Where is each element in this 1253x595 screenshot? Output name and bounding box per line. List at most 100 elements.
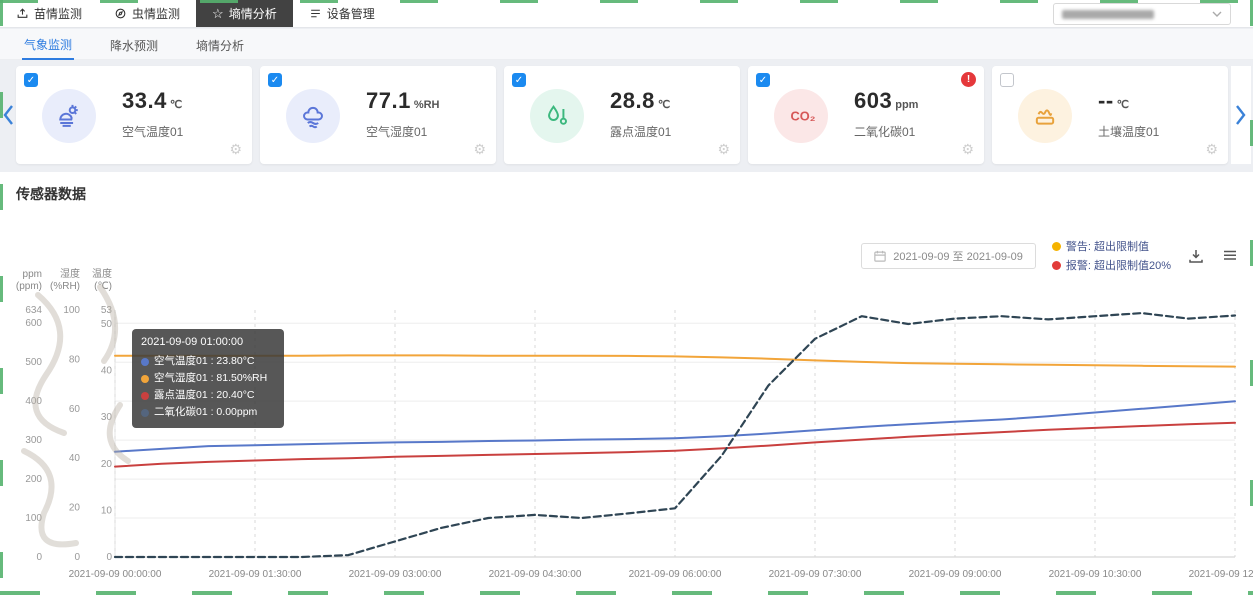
tooltip-timestamp: 2021-09-09 01:00:00 [141,336,275,348]
sensor-cards-row: 33.4℃ 空气温度01 ⚙ 77.1%RH 空气湿度01 ⚙ 28.8℃ 露点… [0,60,1253,170]
tooltip-row: 露点温度01 : 20.40°C [141,387,275,404]
sensor-card-air-temp[interactable]: 33.4℃ 空气温度01 ⚙ [16,66,252,164]
humidity-icon [286,89,340,143]
svg-text:2021-09-09 09:00:00: 2021-09-09 09:00:00 [909,569,1002,580]
gear-icon[interactable]: ⚙ [717,141,730,158]
sensor-label: 空气温度01 [122,123,183,140]
tooltip-row: 空气湿度01 : 81.50%RH [141,370,275,387]
svg-text:2021-09-09 10:30:00: 2021-09-09 10:30:00 [1049,569,1142,580]
download-icon [1187,247,1205,265]
svg-text:2021-09-09 07:30:00: 2021-09-09 07:30:00 [769,569,862,580]
top-navbar: 苗情监测 虫情监测 ☆ 墒情分析 设备管理 [0,0,1253,28]
sensor-chart[interactable]: 2021-09-09 00:00:00 2021-09-09 01:30:00 20… [0,265,1253,595]
base-station-select[interactable] [1053,3,1231,25]
tab-seedling-monitor[interactable]: 苗情监测 [0,0,98,27]
tab-pest-monitor[interactable]: 虫情监测 [98,0,196,27]
tooltip-row: 空气温度01 : 23.80°C [141,353,275,370]
svg-text:600: 600 [25,318,42,329]
sensor-label: 露点温度01 [610,123,671,140]
calendar-icon [874,250,886,262]
sensor-value: 33.4 [122,88,167,113]
section-title: 传感器数据 [16,184,1253,204]
sensor-data-panel: 传感器数据 2021-09-09 至 2021-09-09 警告: 超出限制值 … [0,172,1253,595]
svg-text:0: 0 [106,552,112,563]
sensor-card-dew-point[interactable]: 28.8℃ 露点温度01 ⚙ [504,66,740,164]
alarm-badge: ! [961,72,976,87]
gear-icon[interactable]: ⚙ [1205,141,1218,158]
svg-text:2021-09-09 04:30:00: 2021-09-09 04:30:00 [489,569,582,580]
chart-type-menu-button[interactable] [1221,247,1239,265]
hamburger-icon [1221,247,1239,265]
svg-text:100: 100 [63,305,80,316]
chevron-left-icon [2,104,14,126]
sensor-unit: ℃ [170,99,182,111]
sensor-card-air-humidity[interactable]: 77.1%RH 空气湿度01 ⚙ [260,66,496,164]
svg-text:CO₂: CO₂ [791,109,816,124]
svg-text:10: 10 [101,505,113,516]
tab-soil-analysis[interactable]: ☆ 墒情分析 [196,0,293,27]
svg-text:温度: 温度 [92,267,112,280]
card-checkbox[interactable] [268,73,282,87]
svg-text:ppm: ppm [23,269,42,280]
svg-text:80: 80 [69,354,81,365]
svg-text:(℃): (℃) [94,281,112,292]
card-checkbox[interactable] [512,73,526,87]
chevron-right-icon [1235,104,1247,126]
sensor-card-soil-temp[interactable]: --℃ 土壤温度01 ⚙ [992,66,1228,164]
svg-text:40: 40 [101,366,113,377]
subtab-precip-forecast[interactable]: 降水预测 [108,30,160,59]
date-range-text: 2021-09-09 至 2021-09-09 [893,248,1023,264]
svg-text:20: 20 [69,503,81,514]
svg-text:50: 50 [101,319,113,330]
sensor-value: 77.1 [366,88,411,113]
subtab-weather-monitor[interactable]: 气象监测 [22,29,74,60]
warning-dot-icon [1052,242,1061,251]
svg-text:0: 0 [36,552,42,563]
chart-tooltip: 2021-09-09 01:00:00 空气温度01 : 23.80°C 空气湿… [132,329,284,428]
svg-text:2021-09-09 06:00:00: 2021-09-09 06:00:00 [629,569,722,580]
sensor-value: 28.8 [610,88,655,113]
svg-text:2021-09-09 00:00:00: 2021-09-09 00:00:00 [69,569,162,580]
carousel-next-button[interactable] [1231,66,1251,164]
svg-text:634: 634 [25,305,42,316]
line-chart-canvas[interactable]: 2021-09-09 00:00:00 2021-09-09 01:30:00 20… [0,265,1253,595]
download-button[interactable] [1187,247,1205,265]
svg-text:2021-09-09 01:30:00: 2021-09-09 01:30:00 [209,569,302,580]
gear-icon[interactable]: ⚙ [473,141,486,158]
card-checkbox[interactable] [756,73,770,87]
sensor-value: -- [1098,88,1114,113]
tab-label: 虫情监测 [132,5,180,22]
gear-icon[interactable]: ⚙ [229,141,242,158]
compass-icon [114,7,127,20]
tab-device-manage[interactable]: 设备管理 [293,0,391,27]
sensor-unit: ℃ [1117,99,1129,111]
carousel-prev-button[interactable] [0,100,16,130]
svg-text:2021-09-09 12:00:00: 2021-09-09 12:00:00 [1189,569,1253,580]
sensor-label: 土壤温度01 [1098,123,1159,140]
svg-text:300: 300 [25,435,42,446]
sensor-value: 603 [854,88,892,113]
svg-text:(%RH): (%RH) [50,281,80,292]
masked-select-value [1062,10,1154,19]
svg-text:湿度: 湿度 [60,267,80,280]
legend-warning: 警告: 超出限制值 [1052,238,1171,254]
card-checkbox[interactable] [24,73,38,87]
svg-text:30: 30 [101,412,113,423]
sensor-label: 空气湿度01 [366,123,440,140]
dew-point-icon [530,89,584,143]
sensor-card-co2[interactable]: ! CO₂ 603ppm 二氧化碳01 ⚙ [748,66,984,164]
svg-text:200: 200 [25,474,42,485]
svg-text:500: 500 [25,357,42,368]
star-icon: ☆ [212,7,224,20]
svg-text:400: 400 [25,396,42,407]
sensor-label: 二氧化碳01 [854,123,918,140]
gear-icon[interactable]: ⚙ [961,141,974,158]
svg-text:40: 40 [69,453,81,464]
svg-text:2021-09-09 03:00:00: 2021-09-09 03:00:00 [349,569,442,580]
svg-text:100: 100 [25,513,42,524]
sensor-unit: ppm [895,99,918,111]
subtab-soil-analysis[interactable]: 墒情分析 [194,30,246,59]
chevron-down-icon [1212,11,1222,17]
soil-icon [1018,89,1072,143]
card-checkbox[interactable] [1000,73,1014,87]
